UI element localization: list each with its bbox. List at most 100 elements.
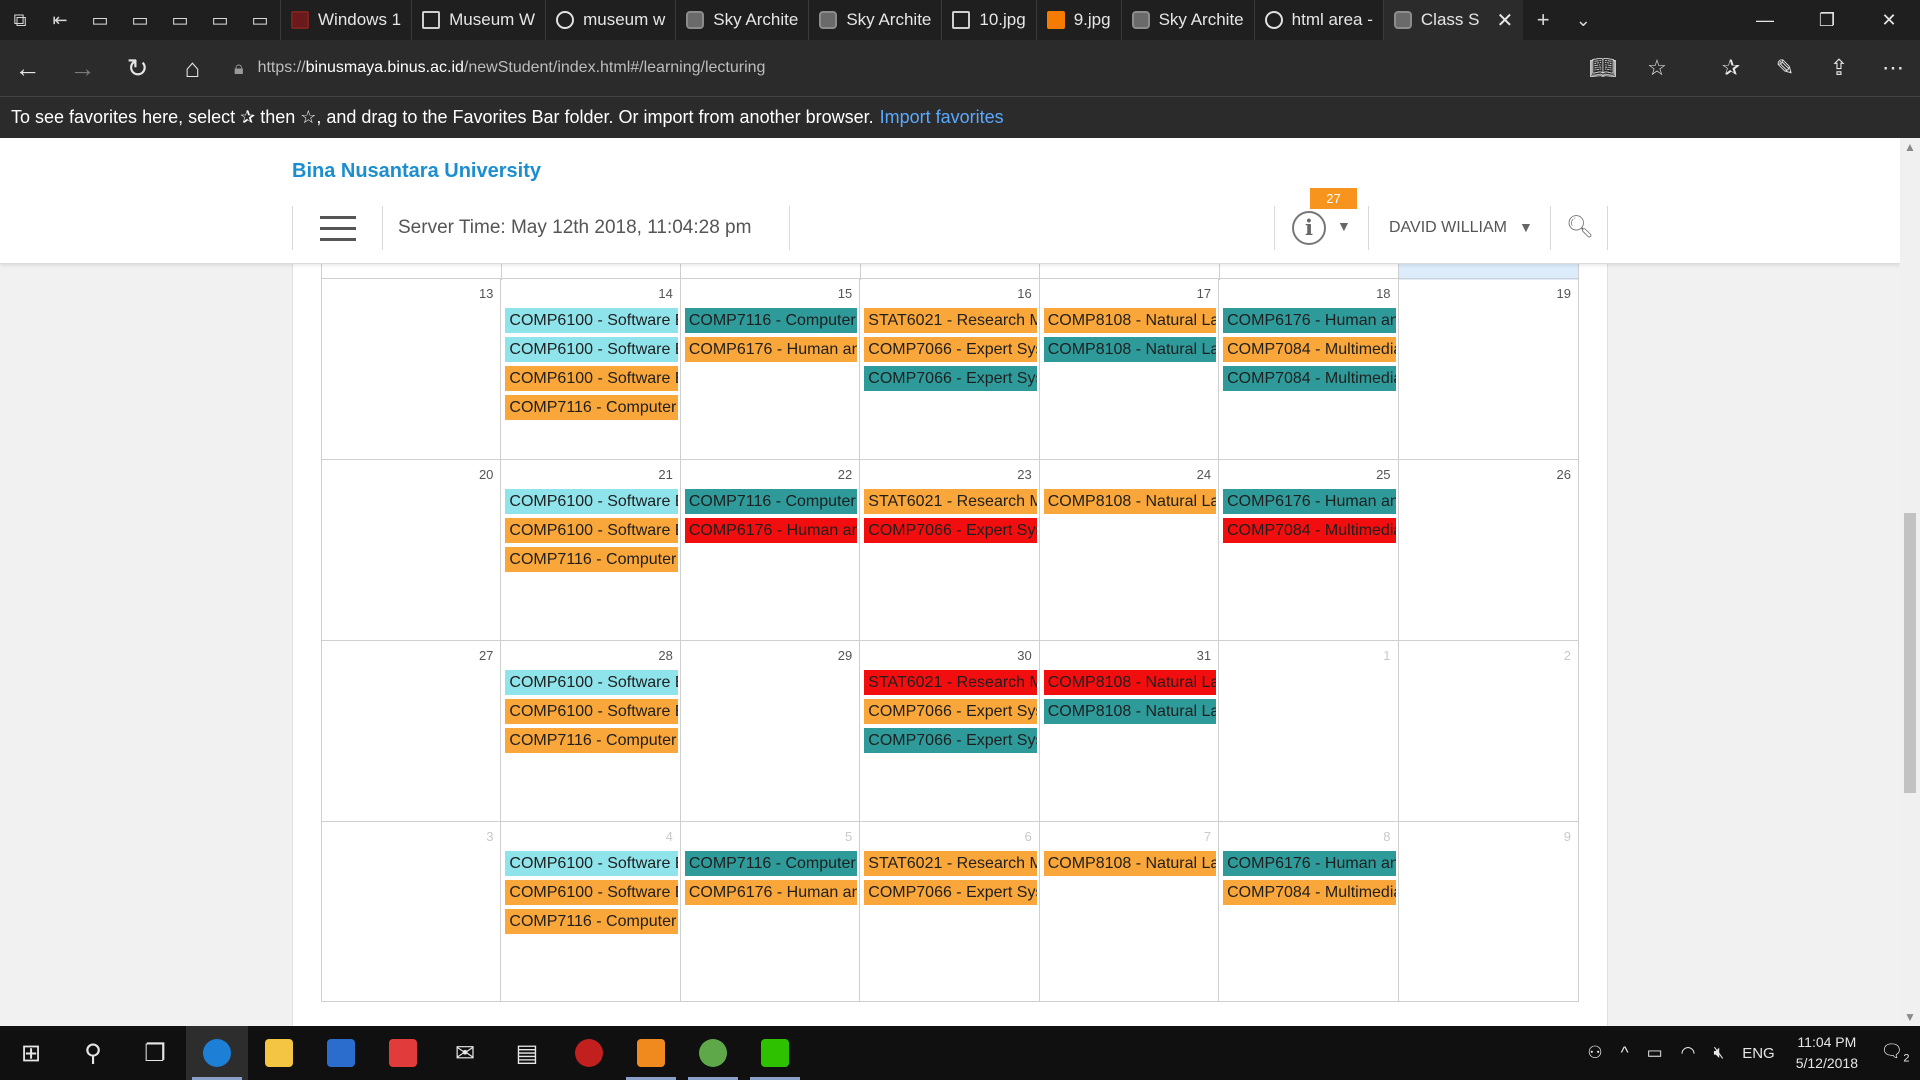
calendar-day-cell[interactable]: 13	[322, 279, 502, 459]
browser-tab[interactable]: 10.jpg	[941, 0, 1035, 40]
share-icon[interactable]: ⇪	[1812, 40, 1866, 96]
class-event[interactable]: COMP6100 - Software Engineering	[505, 699, 678, 724]
class-event[interactable]: COMP7084 - Multimedia Systems	[1223, 337, 1396, 362]
calendar-day-cell[interactable]: 9	[1399, 822, 1578, 1001]
favorite-star-icon[interactable]: ☆	[1630, 40, 1684, 96]
battery-icon[interactable]: ▭	[1638, 1043, 1672, 1063]
class-event[interactable]: STAT6021 - Research Methodology	[864, 489, 1037, 514]
browser-tab[interactable]: Sky Archite	[1120, 0, 1254, 40]
wifi-icon[interactable]: ◠	[1672, 1043, 1705, 1063]
caret-down-icon[interactable]: ▼	[1337, 218, 1351, 234]
tab-icon[interactable]: ▭	[200, 0, 240, 40]
more-options-icon[interactable]: ⋯	[1866, 40, 1920, 96]
class-event[interactable]: COMP7116 - Computer Vision	[684, 851, 858, 876]
browser-tab[interactable]: 9.jpg	[1035, 0, 1121, 40]
action-center-icon[interactable]: 🗨︎2	[1870, 1041, 1920, 1065]
class-event[interactable]: COMP6100 - Software Engineering	[505, 670, 678, 695]
class-event[interactable]: COMP7116 - Computer Vision	[505, 395, 678, 420]
mail-icon[interactable]: ✉	[434, 1026, 496, 1080]
calendar-day-cell[interactable]: 14COMP6100 - Software EngineeringCOMP610…	[501, 279, 681, 459]
calendar-day-cell[interactable]: 15 COMP7116 - Computer Vision COMP6176 - H…	[681, 279, 861, 459]
class-event[interactable]: COMP6176 - Human and Computer Interactio…	[1223, 851, 1396, 876]
class-event[interactable]: STAT6021 - Research Methodology	[864, 851, 1037, 876]
reading-view-icon[interactable]: 📖︎	[1576, 40, 1630, 96]
info-icon[interactable]: i	[1292, 211, 1326, 245]
calendar-day-cell[interactable]: 18 COMP6176 - Human and Computer Interact…	[1219, 279, 1399, 459]
windows-start-icon[interactable]: ⊞	[0, 1026, 62, 1080]
calendar-day-cell[interactable]: 8 COMP6176 - Human and Computer Interacti…	[1219, 822, 1399, 1001]
class-event[interactable]: COMP6100 - Software Engineering	[505, 337, 678, 362]
page-scrollbar[interactable]: ▲ ▼	[1900, 138, 1920, 1026]
class-event[interactable]: COMP7084 - Multimedia Systems	[1223, 366, 1396, 391]
restore-icon[interactable]: ❐	[1796, 0, 1858, 40]
web-note-icon[interactable]: ✎	[1758, 40, 1812, 96]
calendar-day-cell[interactable]: 26	[1399, 460, 1578, 640]
scroll-up-icon[interactable]: ▲	[1900, 140, 1920, 154]
tab-icon[interactable]: ▭	[80, 0, 120, 40]
set-tabs-aside-icon[interactable]: ⇤	[40, 0, 80, 40]
tab-preview-chevron-icon[interactable]: ⌄	[1563, 0, 1603, 40]
class-event[interactable]: COMP6176 - Human and Computer Interactio…	[1223, 489, 1396, 514]
scrollbar-thumb[interactable]	[1904, 513, 1916, 793]
calendar-day-cell[interactable]: 28COMP6100 - Software EngineeringCOMP610…	[501, 641, 681, 821]
store-icon[interactable]	[310, 1026, 372, 1080]
forward-arrow-icon[interactable]: →	[55, 40, 110, 96]
class-event[interactable]: COMP6176 - Human and Computer Interactio…	[684, 518, 858, 543]
user-menu-caret-icon[interactable]: ▼	[1519, 219, 1533, 235]
calendar-day-cell[interactable]: 31 COMP8108 - Natural Language Processing…	[1040, 641, 1220, 821]
class-event[interactable]: COMP6100 - Software Engineering	[505, 851, 678, 876]
calendar-day-cell[interactable]: 16 STAT6021 - Research Methodology COMP706…	[860, 279, 1040, 459]
garena-icon[interactable]	[558, 1026, 620, 1080]
tab-icon[interactable]: ▭	[240, 0, 280, 40]
browser-tab[interactable]: Windows 1	[280, 0, 411, 40]
sticky-notes-icon[interactable]: ▤	[496, 1026, 558, 1080]
tab-icon[interactable]: ▭	[120, 0, 160, 40]
close-tab-icon[interactable]: ✕	[1496, 8, 1513, 33]
class-event[interactable]: COMP7116 - Computer Vision	[505, 909, 678, 934]
search-taskbar-icon[interactable]: ⚲	[62, 1026, 124, 1080]
class-event[interactable]: COMP6176 - Human and Computer Interactio…	[684, 880, 858, 905]
class-event[interactable]: COMP7084 - Multimedia Systems	[1223, 880, 1396, 905]
browser-tab[interactable]: Sky Archite	[675, 0, 808, 40]
calendar-day-cell[interactable]: 21COMP6100 - Software EngineeringCOMP610…	[501, 460, 681, 640]
new-tab-icon[interactable]: +	[1523, 0, 1563, 40]
url-field[interactable]: 🔒︎ https://binusmaya.binus.ac.id/newStud…	[220, 40, 1576, 96]
class-event[interactable]: COMP6100 - Software Engineering	[505, 308, 678, 333]
class-event[interactable]: COMP7116 - Computer Vision	[684, 489, 858, 514]
scroll-down-icon[interactable]: ▼	[1900, 1010, 1920, 1024]
calendar-day-cell[interactable]: 1	[1219, 641, 1399, 821]
class-event[interactable]: COMP8108 - Natural Language Processing	[1043, 851, 1217, 876]
class-event[interactable]: COMP8108 - Natural Language Processing	[1043, 699, 1217, 724]
class-event[interactable]: COMP7116 - Computer Vision	[505, 547, 678, 572]
calendar-day-cell[interactable]: 24 COMP8108 - Natural Language Processing	[1040, 460, 1220, 640]
class-event[interactable]: COMP7066 - Expert System	[864, 518, 1037, 543]
class-event[interactable]: COMP6176 - Human and Computer Interactio…	[684, 337, 858, 362]
class-event[interactable]: COMP7066 - Expert System	[864, 880, 1037, 905]
browser-tab[interactable]: museum w	[545, 0, 675, 40]
favorites-hub-icon[interactable]: ✰	[1704, 40, 1758, 96]
class-event[interactable]: COMP7066 - Expert System	[864, 366, 1037, 391]
class-event[interactable]: COMP7116 - Computer Vision	[684, 308, 858, 333]
calendar-day-cell[interactable]: 7 COMP8108 - Natural Language Processing	[1040, 822, 1220, 1001]
close-window-icon[interactable]: ✕	[1858, 0, 1920, 40]
tab-icon[interactable]: ▭	[160, 0, 200, 40]
search-icon[interactable]: 🔍︎	[1566, 214, 1594, 240]
calendar-day-cell[interactable]: 29	[681, 641, 861, 821]
hamburger-menu-icon[interactable]	[320, 216, 356, 242]
calendar-day-cell[interactable]: 25 COMP6176 - Human and Computer Interact…	[1219, 460, 1399, 640]
people-icon[interactable]: ⚇	[1578, 1043, 1611, 1063]
browser-tab[interactable]: Class S ✕	[1382, 0, 1524, 40]
class-event[interactable]: COMP7066 - Expert System	[864, 699, 1037, 724]
class-event[interactable]: COMP6100 - Software Engineering	[505, 489, 678, 514]
minimize-icon[interactable]: —	[1734, 0, 1796, 40]
class-event[interactable]: COMP8108 - Natural Language Processing	[1043, 337, 1217, 362]
input-language[interactable]: ENG	[1733, 1045, 1784, 1062]
calendar-day-cell[interactable]: 22 COMP7116 - Computer Vision COMP6176 - H…	[681, 460, 861, 640]
university-title[interactable]: Bina Nusantara University	[292, 160, 541, 183]
snipping-tool-icon[interactable]	[682, 1026, 744, 1080]
calendar-day-cell[interactable]: 27	[322, 641, 502, 821]
class-event[interactable]: COMP6100 - Software Engineering	[505, 518, 678, 543]
calendar-day-cell[interactable]: 30 STAT6021 - Research Methodology COMP706…	[860, 641, 1040, 821]
class-event[interactable]: COMP8108 - Natural Language Processing	[1043, 308, 1217, 333]
line-app-icon[interactable]	[744, 1026, 806, 1080]
